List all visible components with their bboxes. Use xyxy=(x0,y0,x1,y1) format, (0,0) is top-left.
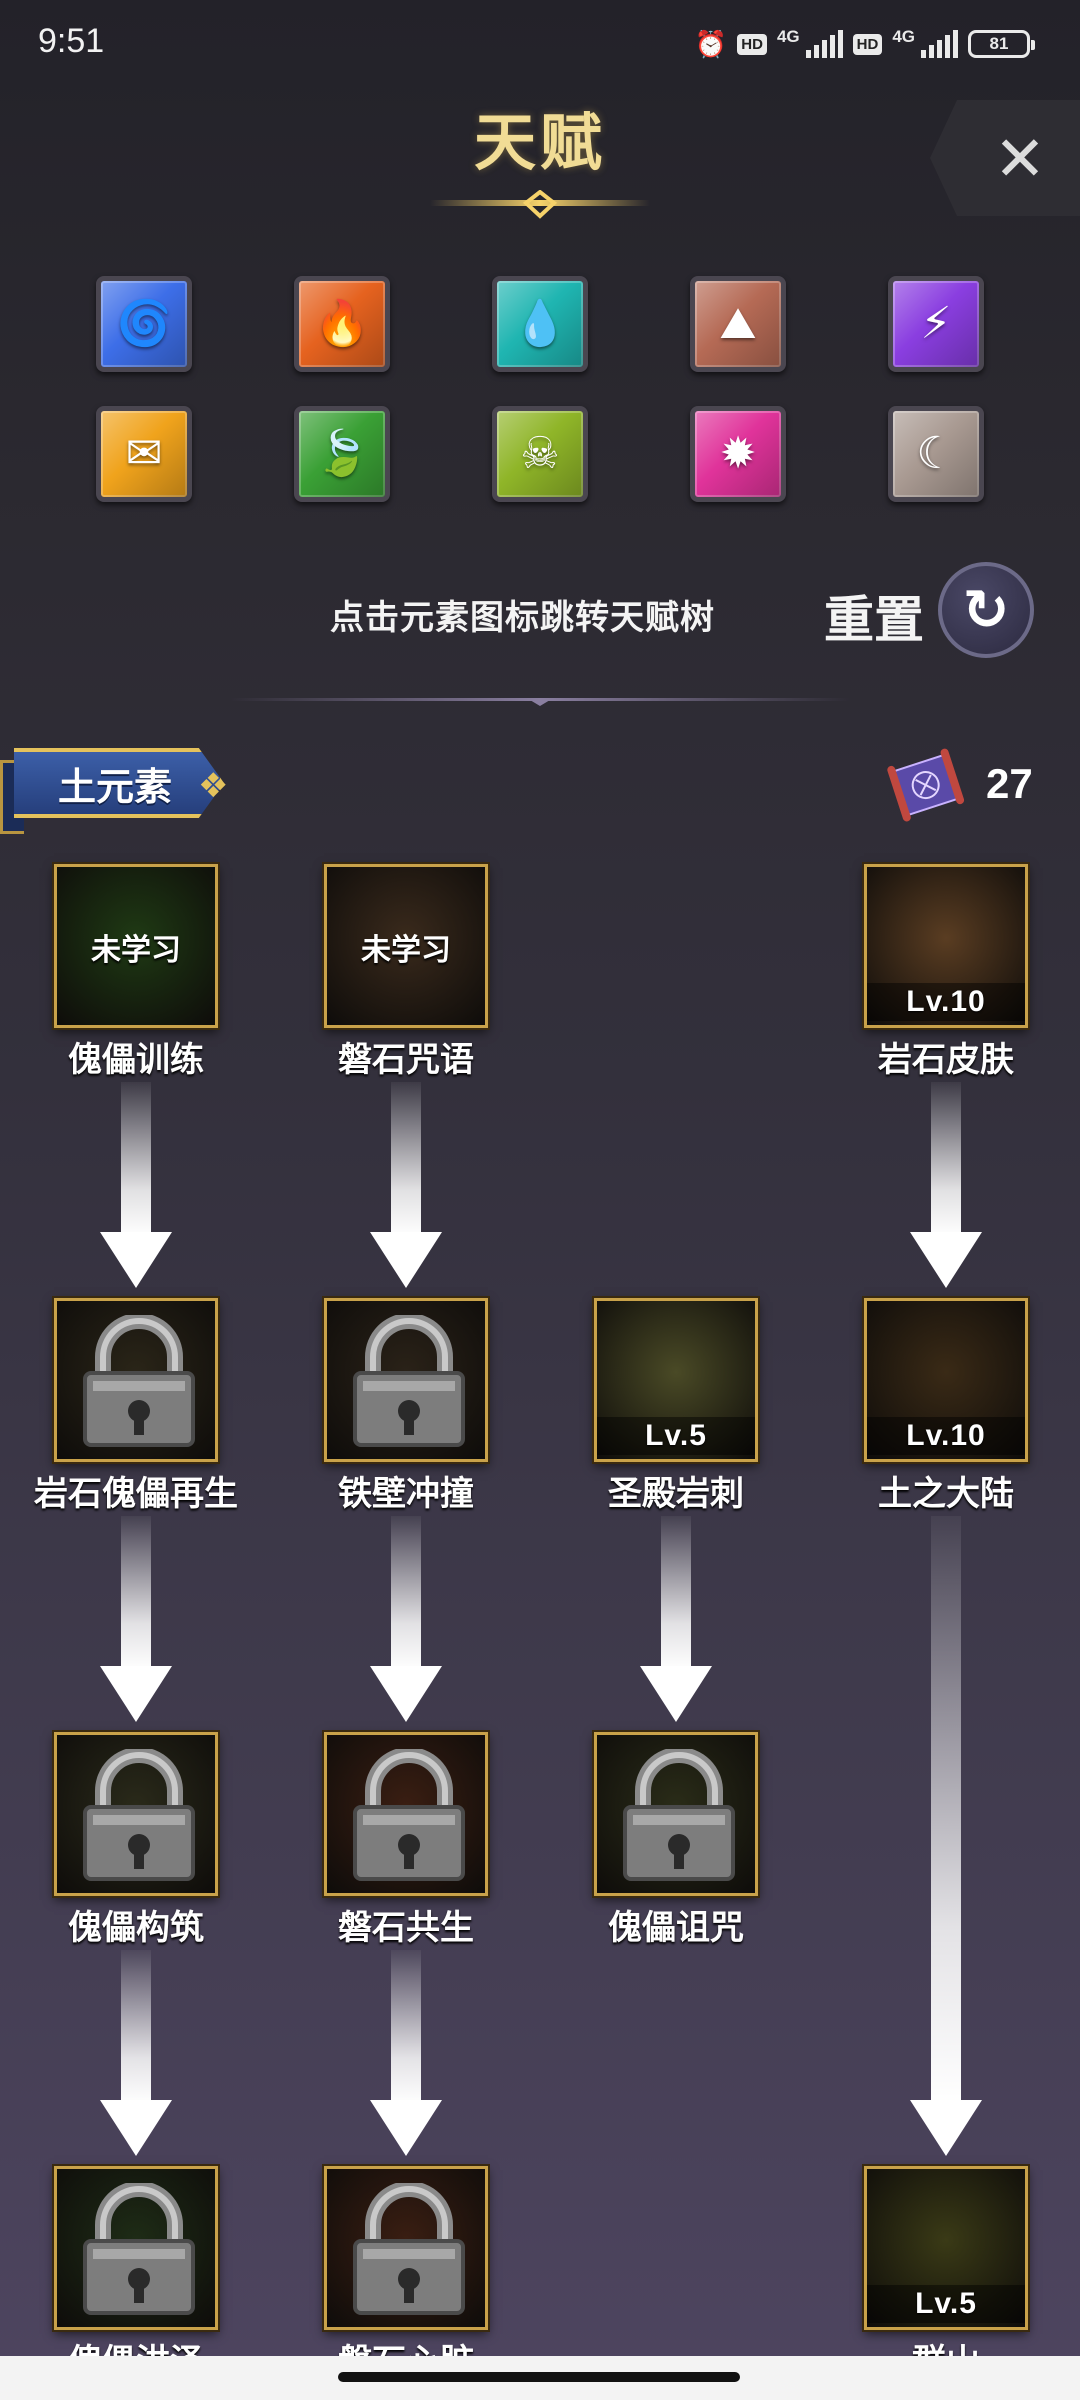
skill-name: 傀儡诅咒 xyxy=(608,1909,744,1947)
connector-arrow xyxy=(640,1516,712,1722)
reset-label[interactable]: 重置 xyxy=(824,580,924,652)
connector-arrow xyxy=(910,1516,982,2156)
talent-points-count: 27 xyxy=(986,760,1033,807)
status-time: 9:51 xyxy=(38,22,105,60)
water-drop-icon: 💧 xyxy=(512,299,568,348)
poison-skull-icon: ☠ xyxy=(520,429,560,478)
gold-envelope-icon: ✉ xyxy=(125,429,163,478)
element-button-tornado[interactable]: 🌀 xyxy=(96,276,192,372)
current-element-label: 土元素 xyxy=(58,767,173,809)
connector-arrow xyxy=(370,1950,442,2156)
skill-name: 岩石皮肤 xyxy=(878,1041,1014,1079)
leaf-icon: 🍃 xyxy=(314,429,370,478)
status-bar: 9:51 ⏰ HD 4G HD 4G 81 xyxy=(0,0,1080,86)
skill-name: 圣殿岩刺 xyxy=(608,1475,744,1513)
element-selector-grid: 🌀 🔥 💧 ⛰ ⚡ ✉ 🍃 ☠ ✹ ☾ xyxy=(96,276,986,502)
signal-icon xyxy=(921,30,958,58)
earth-cracked-icon: ⛰ xyxy=(719,299,757,348)
skill-level-label: Lv.5 xyxy=(867,2285,1025,2323)
element-button-moon[interactable]: ☾ xyxy=(888,406,984,502)
tornado-icon: 🌀 xyxy=(116,299,172,348)
title-ornament xyxy=(430,190,650,219)
skill-node[interactable]: 傀儡洪泽 xyxy=(54,2166,218,2383)
connector-arrow xyxy=(100,1950,172,2156)
element-button-earth-cracked[interactable]: ⛰ xyxy=(690,276,786,372)
moon-icon: ☾ xyxy=(916,429,956,478)
network-type-label: 4G xyxy=(776,27,800,46)
skill-node[interactable]: Lv.5群山 xyxy=(864,2166,1028,2383)
fire-icon: 🔥 xyxy=(314,299,370,348)
lock-icon xyxy=(54,1732,218,1896)
connector-arrow xyxy=(100,1516,172,1722)
reset-arrow-icon: ↻ xyxy=(962,578,1010,641)
connector-arrow xyxy=(910,1082,982,1288)
alarm-icon: ⏰ xyxy=(694,28,728,59)
element-button-sun[interactable]: ✹ xyxy=(690,406,786,502)
skill-node[interactable]: 铁壁冲撞 xyxy=(324,1298,488,1515)
skill-name: 傀儡构筑 xyxy=(68,1909,204,1947)
lock-icon xyxy=(324,1298,488,1462)
skill-status-label: 未学习 xyxy=(361,934,451,967)
signal-icon xyxy=(805,30,843,58)
skill-status-label: 未学习 xyxy=(91,934,181,967)
skill-name: 傀儡训练 xyxy=(68,1041,204,1079)
skill-name: 磐石咒语 xyxy=(338,1041,474,1079)
skill-node[interactable]: 磐石心脏 xyxy=(324,2166,488,2383)
close-icon: ✕ xyxy=(994,124,1046,194)
network-type-label: 4G xyxy=(892,27,915,46)
lock-icon xyxy=(594,1732,758,1896)
lock-icon xyxy=(54,1298,218,1462)
skill-node[interactable]: 傀儡诅咒 xyxy=(594,1732,758,1949)
home-indicator[interactable] xyxy=(338,2372,740,2382)
status-icons: ⏰ HD 4G HD 4G 81 xyxy=(694,22,1035,66)
hd-icon: HD xyxy=(852,33,883,55)
page-title: 天赋 xyxy=(473,109,606,178)
skill-level-label: Lv.10 xyxy=(867,983,1025,1021)
reset-button[interactable]: ↻ xyxy=(938,562,1034,658)
lock-icon xyxy=(324,1732,488,1896)
battery-level: 81 xyxy=(989,34,1009,53)
current-element-banner: 土元素 ❖ xyxy=(0,738,252,834)
skill-icon: Lv.5 xyxy=(594,1298,758,1462)
skill-node[interactable]: Lv.5 圣殿岩刺 xyxy=(594,1298,758,1515)
element-button-leaf[interactable]: 🍃 xyxy=(294,406,390,502)
hd-icon: HD xyxy=(737,33,767,55)
skill-icon: 未学习 xyxy=(324,864,488,1028)
skill-name: 土之大陆 xyxy=(878,1475,1014,1513)
divider xyxy=(230,698,850,706)
lock-icon xyxy=(324,2166,488,2330)
element-hint-text: 点击元素图标跳转天赋树 xyxy=(330,599,715,637)
connector-arrow xyxy=(370,1516,442,1722)
skill-node[interactable]: 未学习 磐石咒语 xyxy=(324,864,488,1081)
battery-icon: 81 xyxy=(968,30,1035,58)
skill-icon: Lv.5 xyxy=(864,2166,1028,2330)
skill-node[interactable]: Lv.10 土之大陆 xyxy=(864,1298,1028,1515)
skill-name: 磐石共生 xyxy=(338,1909,474,1947)
element-button-water-drop[interactable]: 💧 xyxy=(492,276,588,372)
element-button-gold-envelope[interactable]: ✉ xyxy=(96,406,192,502)
skill-node[interactable]: Lv.10 岩石皮肤 xyxy=(864,864,1028,1081)
lock-icon xyxy=(54,2166,218,2330)
skill-node[interactable]: 磐石共生 xyxy=(324,1732,488,1949)
skill-node[interactable]: 未学习 傀儡训练 xyxy=(54,864,218,1081)
skill-node[interactable]: 岩石傀儡再生 xyxy=(34,1298,238,1515)
element-button-fire[interactable]: 🔥 xyxy=(294,276,390,372)
skill-icon: Lv.10 xyxy=(864,864,1028,1028)
skill-level-label: Lv.5 xyxy=(597,1417,755,1455)
skill-icon: Lv.10 xyxy=(864,1298,1028,1462)
scroll-icon xyxy=(887,748,965,822)
lightning-icon: ⚡ xyxy=(920,299,952,348)
connector-arrow xyxy=(370,1082,442,1288)
element-button-lightning[interactable]: ⚡ xyxy=(888,276,984,372)
sun-icon: ✹ xyxy=(719,429,757,478)
close-button[interactable]: ✕ xyxy=(930,100,1080,216)
skill-name: 铁壁冲撞 xyxy=(338,1475,474,1513)
skill-icon: 未学习 xyxy=(54,864,218,1028)
skill-name: 岩石傀儡再生 xyxy=(34,1475,238,1513)
element-button-poison-skull[interactable]: ☠ xyxy=(492,406,588,502)
connector-arrow xyxy=(100,1082,172,1288)
skill-level-label: Lv.10 xyxy=(867,1417,1025,1455)
skill-node[interactable]: 傀儡构筑 xyxy=(54,1732,218,1949)
banner-ornament-icon: ❖ xyxy=(198,767,229,805)
